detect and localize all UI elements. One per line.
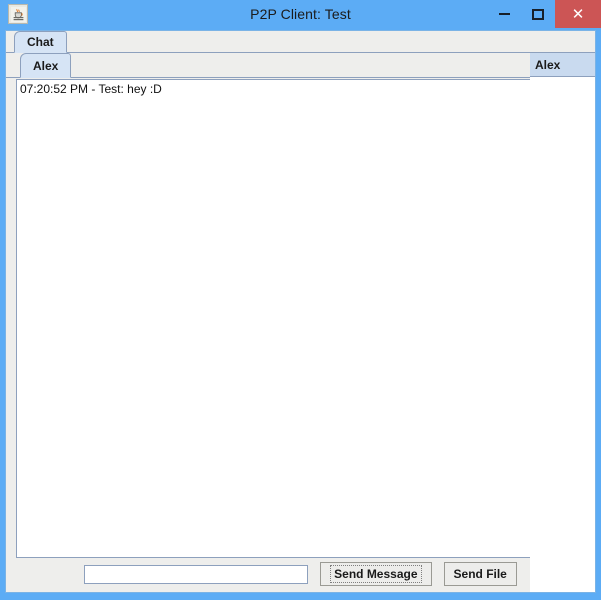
client-area: Chat Alex Alex 07:20:52 PM - Test: hey :… (5, 30, 596, 593)
java-coffee-cup-icon (8, 4, 28, 24)
user-list: Alex (530, 53, 595, 592)
application-window: P2P Client: Test ✕ Chat Alex Alex 07:20:… (0, 0, 601, 600)
minimize-icon (498, 13, 510, 15)
inner-tabstrip: Alex (6, 53, 595, 78)
chat-transcript-wrapper: 07:20:52 PM - Test: hey :D (16, 79, 533, 558)
chat-tab-panel: Alex Alex 07:20:52 PM - Test: hey :D Sen… (6, 53, 595, 592)
close-button[interactable]: ✕ (555, 0, 601, 28)
tab-alex[interactable]: Alex (20, 53, 72, 78)
chat-message: 07:20:52 PM - Test: hey :D (20, 82, 162, 96)
send-message-label: Send Message (330, 565, 422, 583)
close-icon: ✕ (571, 5, 585, 23)
window-controls: ✕ (487, 0, 601, 28)
tab-chat[interactable]: Chat (14, 31, 67, 53)
chat-transcript[interactable]: 07:20:52 PM - Test: hey :D (16, 79, 533, 558)
message-input[interactable] (84, 564, 309, 584)
user-list-header[interactable]: Alex (530, 53, 595, 77)
title-bar[interactable]: P2P Client: Test ✕ (0, 0, 601, 28)
outer-tabstrip: Chat (6, 31, 595, 53)
send-file-label: Send File (453, 567, 507, 581)
maximize-icon (532, 8, 544, 20)
user-list-body[interactable] (530, 77, 595, 592)
minimize-button[interactable] (487, 0, 521, 28)
compose-bar: Send Message Send File (12, 560, 589, 588)
maximize-button[interactable] (521, 0, 555, 28)
send-file-button[interactable]: Send File (443, 562, 517, 586)
send-message-button[interactable]: Send Message (320, 562, 432, 586)
